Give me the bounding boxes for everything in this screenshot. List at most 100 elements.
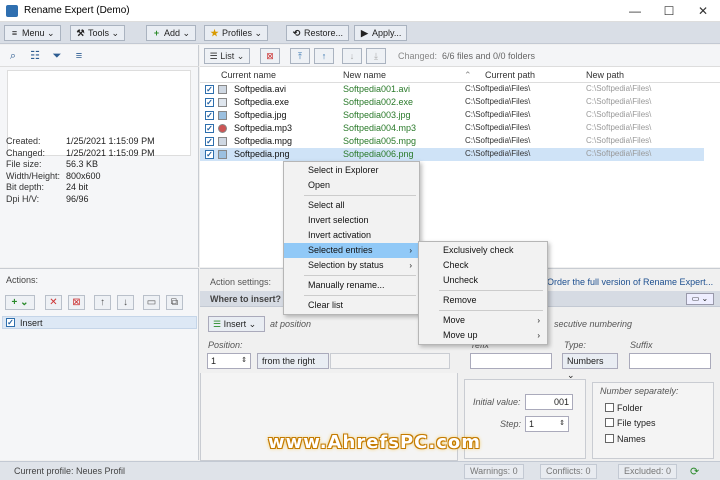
folder-checkbox[interactable] bbox=[605, 403, 614, 412]
delete-action-icon[interactable]: ✕ bbox=[45, 295, 62, 310]
spin-icon: ⇕ bbox=[241, 357, 247, 364]
initial-value-input[interactable]: 001 bbox=[525, 394, 573, 410]
menu-item-move-up[interactable]: Move up › bbox=[419, 328, 547, 343]
menu-item-invert-activation[interactable]: Invert activation bbox=[284, 228, 419, 243]
remove-entries-button[interactable]: ⊠ bbox=[260, 48, 280, 64]
refresh-icon[interactable]: ⟳ bbox=[690, 465, 699, 478]
position-stepper[interactable]: 1 ⇕ bbox=[207, 353, 251, 369]
tree-icon[interactable]: ☷ bbox=[28, 49, 42, 63]
add-action-button[interactable]: + ⌄ bbox=[5, 295, 35, 310]
file-row[interactable]: ✓ Softpedia.jpg Softpedia003.jpg C:\Soft… bbox=[200, 109, 720, 122]
menu-item-exclusively-check[interactable]: Exclusively check bbox=[419, 243, 547, 258]
maximize-button[interactable]: ☐ bbox=[652, 0, 686, 22]
insert-mode-dropdown[interactable]: ☰ Insert ⌄ bbox=[208, 316, 265, 332]
file-list: ☰ List ⌄ ⊠ ⤒ ↑ ↓ ⤓ Changed: 6/6 files an… bbox=[200, 45, 720, 267]
from-direction-dropdown[interactable]: from the right ⌄ bbox=[257, 353, 329, 380]
file-row[interactable]: ✓ Softpedia.avi Softpedia001.avi C:\Soft… bbox=[200, 83, 720, 96]
menu-item-clear-list[interactable]: Clear list bbox=[284, 298, 419, 313]
file-list-toolbar: ☰ List ⌄ ⊠ ⤒ ↑ ↓ ⤓ Changed: 6/6 files an… bbox=[200, 45, 720, 67]
consecutive-numbering-label: secutive numbering bbox=[554, 319, 633, 329]
column-current-path[interactable]: Current path bbox=[485, 70, 535, 80]
menu-button[interactable]: ≡ Menu ⌄ bbox=[4, 25, 61, 41]
names-checkbox[interactable] bbox=[605, 434, 614, 443]
row-checkbox[interactable]: ✓ bbox=[205, 111, 214, 120]
property-row: Bit depth: 24 bit bbox=[6, 182, 155, 194]
move-down-button[interactable]: ↓ bbox=[342, 48, 362, 64]
file-row-selected[interactable]: ✓ Softpedia.png Softpedia006.png C:\Soft… bbox=[200, 148, 704, 161]
new-path: C:\Softpedia\Files\ bbox=[586, 84, 652, 93]
new-path: C:\Softpedia\Files\ bbox=[586, 110, 652, 119]
file-row[interactable]: ✓ Softpedia.exe Softpedia002.exe C:\Soft… bbox=[200, 96, 720, 109]
file-row[interactable]: ✓ Softpedia.mp3 Softpedia004.mp3 C:\Soft… bbox=[200, 122, 720, 135]
move-action-down-icon[interactable]: ↓ bbox=[117, 295, 134, 310]
current-path: C:\Softpedia\Files\ bbox=[465, 110, 531, 119]
profiles-button[interactable]: ★ Profiles ⌄ bbox=[204, 25, 269, 41]
current-name: Softpedia.exe bbox=[234, 97, 290, 107]
excluded-count[interactable]: Excluded: 0 bbox=[618, 464, 678, 479]
row-checkbox[interactable]: ✓ bbox=[205, 124, 214, 133]
menu-item-selection-by-status[interactable]: Selection by status › bbox=[284, 258, 419, 273]
image-file-icon bbox=[218, 111, 227, 120]
restore-button[interactable]: ⟲ Restore... bbox=[286, 25, 350, 41]
search-icon[interactable]: ⌕ bbox=[6, 49, 20, 63]
menu-item-open[interactable]: Open bbox=[284, 178, 419, 193]
add-button[interactable]: + Add ⌄ bbox=[146, 25, 197, 41]
row-checkbox[interactable]: ✓ bbox=[205, 98, 214, 107]
row-checkbox[interactable]: ✓ bbox=[205, 85, 214, 94]
column-current-name[interactable]: Current name bbox=[221, 70, 276, 80]
view-dropdown[interactable]: ☰ List ⌄ bbox=[204, 48, 250, 64]
type-dropdown[interactable]: Numbers ⌄ bbox=[562, 353, 618, 380]
filter-icon[interactable]: ⏷ bbox=[50, 49, 64, 63]
menu-item-selected-entries[interactable]: Selected entries › bbox=[284, 243, 419, 258]
type-label: Type: bbox=[564, 340, 586, 350]
initial-value-label: Initial value: bbox=[473, 397, 521, 407]
column-new-name[interactable]: New name bbox=[343, 70, 386, 80]
menu-item-check[interactable]: Check bbox=[419, 258, 547, 273]
menu-item-move[interactable]: Move › bbox=[419, 313, 547, 328]
file-types-checkbox[interactable] bbox=[605, 418, 614, 427]
column-new-path[interactable]: New path bbox=[586, 70, 624, 80]
property-key: Bit depth: bbox=[6, 182, 45, 193]
list-icon[interactable]: ≡ bbox=[72, 49, 86, 63]
action-settings-icon[interactable]: ▭ bbox=[143, 295, 160, 310]
step-stepper[interactable]: 1 ⇕ bbox=[525, 416, 569, 432]
action-item-insert[interactable]: ✓ Insert bbox=[2, 316, 197, 329]
move-up-button[interactable]: ↑ bbox=[314, 48, 334, 64]
menu-item-uncheck[interactable]: Uncheck bbox=[419, 273, 547, 288]
minimize-button[interactable]: — bbox=[618, 0, 652, 22]
action-checkbox[interactable]: ✓ bbox=[6, 318, 15, 327]
status-bar: Current profile: Neues Profil Warnings: … bbox=[0, 461, 720, 480]
where-to-insert-title: Where to insert? bbox=[210, 294, 282, 304]
wrench-icon: ⚒ bbox=[76, 28, 85, 38]
order-full-version-link[interactable]: Order the full version of Rename Expert.… bbox=[547, 277, 713, 287]
collapse-icon[interactable]: ▭ ⌄ bbox=[686, 293, 714, 305]
close-button[interactable]: ✕ bbox=[686, 0, 720, 22]
suffix-input[interactable] bbox=[629, 353, 711, 369]
apply-button[interactable]: ▶ Apply... bbox=[354, 25, 408, 41]
move-action-up-icon[interactable]: ↑ bbox=[94, 295, 111, 310]
clear-actions-icon[interactable]: ⊠ bbox=[68, 295, 85, 310]
video-file-icon bbox=[218, 85, 227, 94]
menu-item-manually-rename[interactable]: Manually rename... bbox=[284, 278, 419, 293]
view-label: List bbox=[220, 51, 235, 61]
conflicts-count[interactable]: Conflicts: 0 bbox=[540, 464, 597, 479]
move-bottom-button[interactable]: ⤓ bbox=[366, 48, 386, 64]
menu-item-select-all[interactable]: Select all bbox=[284, 198, 419, 213]
submenu-arrow-icon: › bbox=[537, 331, 540, 340]
tools-button[interactable]: ⚒ Tools ⌄ bbox=[70, 25, 126, 41]
current-path: C:\Softpedia\Files\ bbox=[465, 97, 531, 106]
prefix-input[interactable] bbox=[470, 353, 552, 369]
menu-item-invert-selection[interactable]: Invert selection bbox=[284, 213, 419, 228]
insert-mode-label: Insert bbox=[223, 319, 247, 329]
row-checkbox[interactable]: ✓ bbox=[205, 137, 214, 146]
menu-item-remove[interactable]: Remove bbox=[419, 293, 547, 308]
menu-item-select-in-explorer[interactable]: Select in Explorer bbox=[284, 163, 419, 178]
warnings-count[interactable]: Warnings: 0 bbox=[464, 464, 524, 479]
copy-action-icon[interactable]: ⧉ bbox=[166, 295, 183, 310]
row-checkbox[interactable]: ✓ bbox=[205, 150, 214, 159]
from-direction-label: from the right bbox=[262, 356, 316, 366]
menu-separator bbox=[304, 195, 416, 196]
file-row[interactable]: ✓ Softpedia.mpg Softpedia005.mpg C:\Soft… bbox=[200, 135, 720, 148]
folder-label: Folder bbox=[617, 403, 643, 413]
move-top-button[interactable]: ⤒ bbox=[290, 48, 310, 64]
